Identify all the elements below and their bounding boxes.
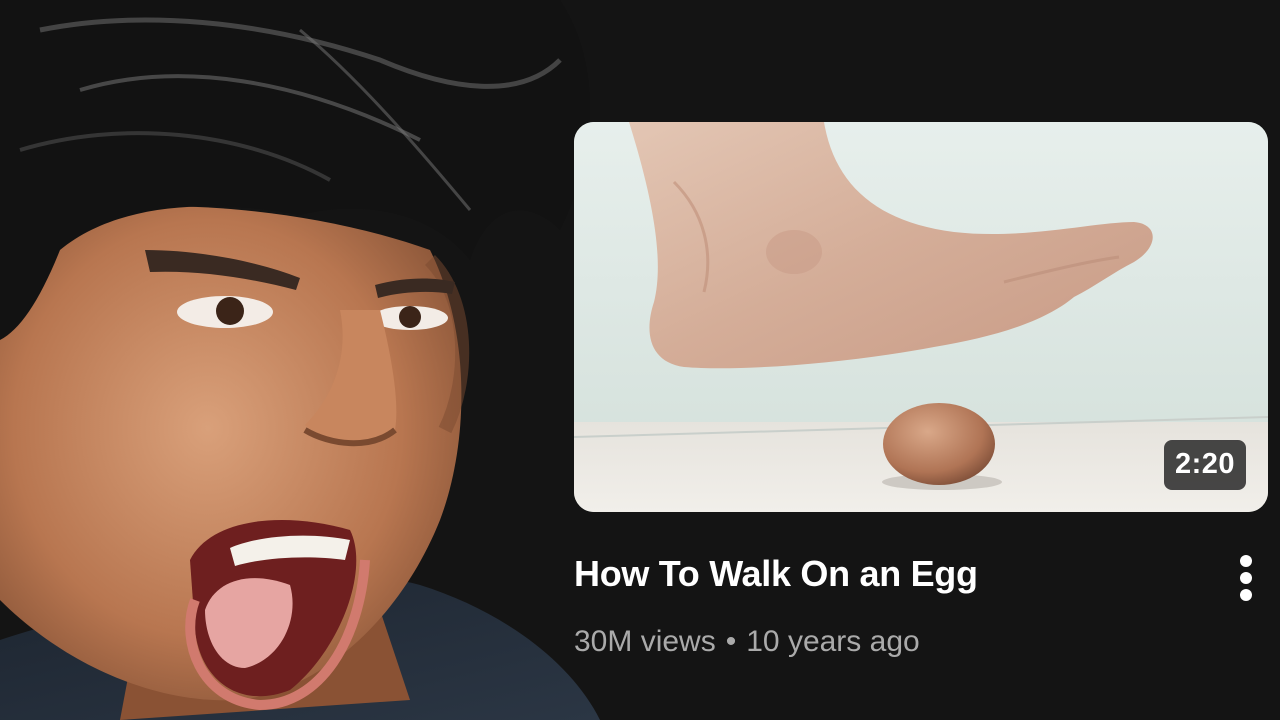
more-dot (1240, 572, 1252, 584)
video-duration-badge: 2:20 (1163, 440, 1246, 490)
thumbnail-scene: 2:20 How To Walk On an Egg 30M views • 10 … (0, 0, 1280, 720)
video-thumbnail[interactable]: 2:20 (574, 122, 1268, 512)
view-count: 30M views (574, 625, 716, 658)
meta-separator: • (725, 625, 737, 658)
reactor-face-image (0, 0, 620, 720)
more-vert-icon[interactable] (1228, 552, 1264, 604)
upload-age: 10 years ago (746, 625, 920, 658)
video-metadata: 30M views • 10 years ago (574, 622, 920, 662)
more-dot (1240, 589, 1252, 601)
video-title[interactable]: How To Walk On an Egg (574, 552, 1194, 596)
video-card[interactable]: 2:20 How To Walk On an Egg 30M views • 10 … (574, 122, 1268, 682)
more-dot (1240, 555, 1252, 567)
